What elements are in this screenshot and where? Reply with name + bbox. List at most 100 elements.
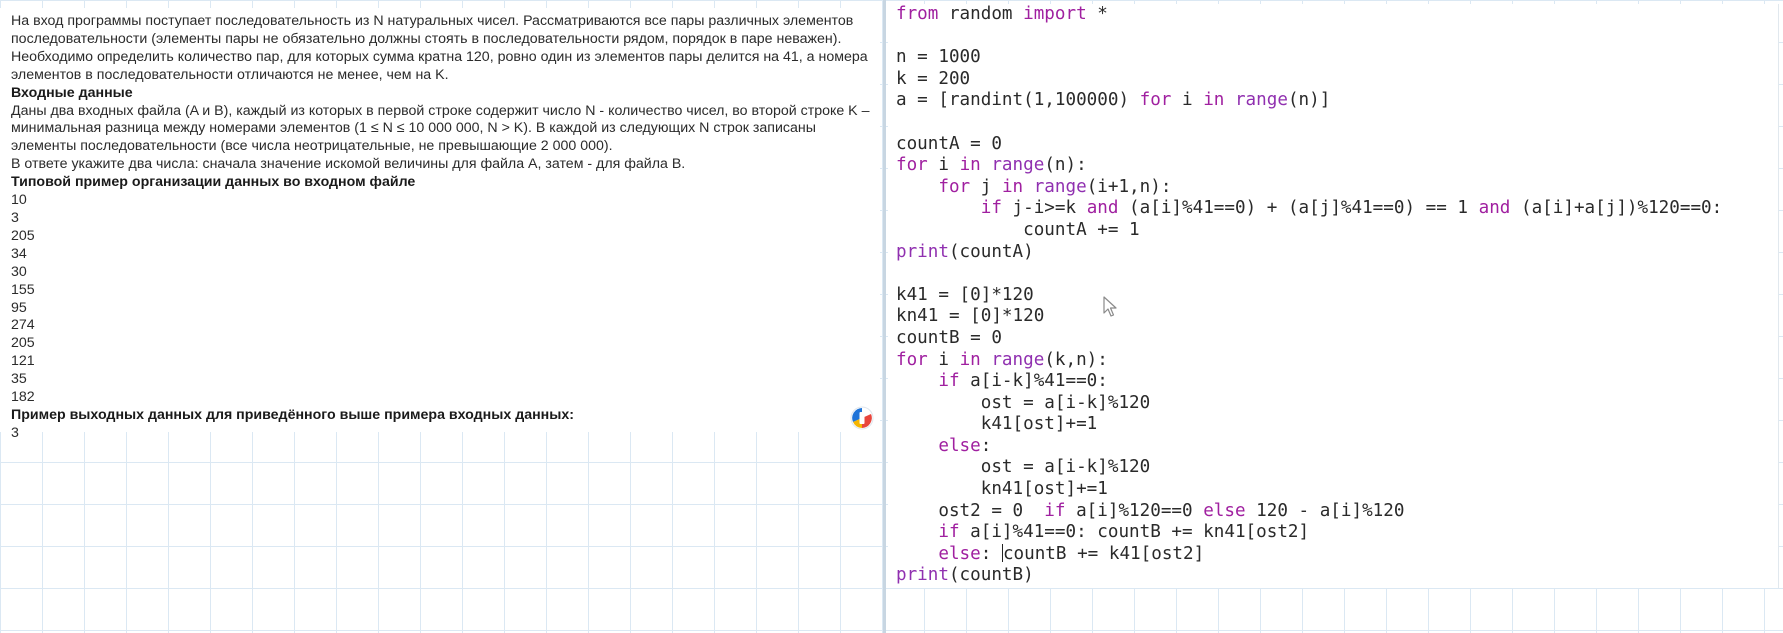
code-token: a[i]%120==0 [1065, 500, 1204, 521]
code-keyword: in [959, 349, 981, 370]
code-line: k = 200 [896, 69, 1778, 91]
code-keyword: in [1203, 90, 1225, 111]
app-badge-icon[interactable] [850, 406, 874, 430]
code-token: 120 - a[i]%120 [1245, 500, 1405, 521]
input-data-heading: Входные данные [11, 84, 133, 101]
code-token: : [980, 543, 1002, 564]
code-token: (a[i]%41==0) + (a[j]%41==0) == 1 [1118, 198, 1479, 219]
code-line: for i in range(k,n): [896, 350, 1778, 372]
code-token: : [980, 435, 992, 456]
example-input-row: 3 [11, 209, 19, 226]
code-token: k41 = [0]*120 [896, 284, 1034, 305]
example-input-row: 35 [11, 371, 27, 388]
code-token: (k,n): [1044, 349, 1108, 370]
example-input-row: 182 [11, 389, 35, 406]
code-builtin: range [1033, 176, 1087, 197]
code-line: print(countA) [896, 242, 1778, 264]
code-keyword: and [1086, 198, 1119, 219]
code-line: else: countB += k41[ost2] [896, 543, 1778, 566]
code-line: countB = 0 [896, 328, 1778, 350]
code-token: ost = a[i-k]%120 [896, 457, 1151, 478]
code-keyword: if [1044, 500, 1066, 521]
example-input-row: 121 [11, 353, 35, 370]
code-line: if a[i-k]%41==0: [896, 371, 1778, 393]
code-line: print(countB) [896, 565, 1778, 587]
code-token: ost2 = 0 [896, 500, 1045, 521]
code-keyword: for [896, 155, 928, 176]
example-input-row: 155 [11, 281, 35, 298]
answer-instructions: В ответе укажите два числа: сначала знач… [11, 156, 686, 173]
code-token: * [1086, 4, 1108, 24]
code-keyword: else [938, 543, 981, 564]
code-token: k41[ost]+=1 [896, 414, 1098, 435]
example-input-row: 34 [11, 245, 27, 262]
code-token: j-i>=k [1001, 198, 1087, 219]
code-keyword: import [1023, 4, 1087, 24]
code-token: kn41[ost]+=1 [896, 479, 1108, 500]
code-keyword: if [938, 522, 960, 543]
code-token: a[i]%41==0: countB += kn41[ost2] [959, 522, 1310, 543]
code-token: random [938, 4, 1024, 24]
code-token: (n): [1044, 155, 1087, 176]
code-token: (a[i]+a[j])%120==0: [1510, 198, 1723, 219]
code-keyword: for [938, 176, 971, 197]
code-keyword: for [1139, 90, 1172, 111]
code-token: (i+1,n): [1086, 176, 1172, 197]
code-builtin: print [896, 565, 949, 586]
code-line: countA += 1 [896, 220, 1778, 242]
code-line: ost = a[i-k]%120 [896, 393, 1778, 415]
code-token: a[i-k]%41==0: [959, 371, 1108, 392]
code-line: for i in range(n): [896, 155, 1778, 177]
code-token: j [970, 176, 1002, 197]
code-line: else: [896, 436, 1778, 458]
code-line: n = 1000 [896, 47, 1778, 69]
code-token: (countB) [948, 565, 1034, 586]
code-editor[interactable]: from random import * n = 1000 k = 200 a = … [888, 4, 1779, 588]
example-output-value: 3 [11, 424, 19, 441]
code-line: kn41 = [0]*120 [896, 306, 1778, 328]
code-keyword: if [980, 198, 1002, 219]
code-line: from random import * [896, 4, 1778, 26]
code-builtin: range [1234, 90, 1288, 111]
example-input-row: 205 [11, 227, 35, 244]
code-lines: from random import * n = 1000 k = 200 a = … [888, 4, 1778, 587]
code-token: (n)] [1287, 90, 1331, 111]
code-token: countA += 1 [896, 219, 1140, 240]
code-builtin: range [991, 155, 1045, 176]
code-line: if j-i>=k and (a[i]%41==0) + (a[j]%41==0… [896, 198, 1778, 220]
example-input-row: 95 [11, 299, 27, 316]
code-keyword: and [1478, 198, 1511, 219]
code-line: kn41[ost]+=1 [896, 479, 1778, 501]
code-keyword: if [938, 371, 960, 392]
code-token: i [927, 349, 960, 370]
code-line: if a[i]%41==0: countB += kn41[ost2] [896, 522, 1778, 544]
task-statement: На вход программы поступает последовател… [11, 13, 868, 83]
input-data-text: Даны два входных файла (A и B), каждый и… [11, 102, 870, 155]
example-input-row: 30 [11, 263, 27, 280]
panel-divider [883, 0, 886, 633]
code-line: countA = 0 [896, 134, 1778, 156]
code-keyword: in [1001, 176, 1024, 197]
code-token: countB += k41[ost2] [1002, 543, 1205, 564]
code-line: for j in range(i+1,n): [896, 177, 1778, 199]
example-input-row: 274 [11, 317, 35, 334]
code-keyword: else [938, 435, 981, 456]
code-line: ost2 = 0 if a[i]%120==0 else 120 - a[i]%… [896, 501, 1778, 523]
code-keyword: else [1203, 500, 1246, 521]
code-token: countB = 0 [896, 327, 1002, 348]
code-builtin: print [896, 241, 949, 262]
example-output-heading: Пример выходных данных для приведённого … [11, 406, 574, 423]
task-description-panel: На вход программы поступает последовател… [0, 8, 880, 441]
code-token: a = [randint(1,100000) [896, 90, 1140, 111]
